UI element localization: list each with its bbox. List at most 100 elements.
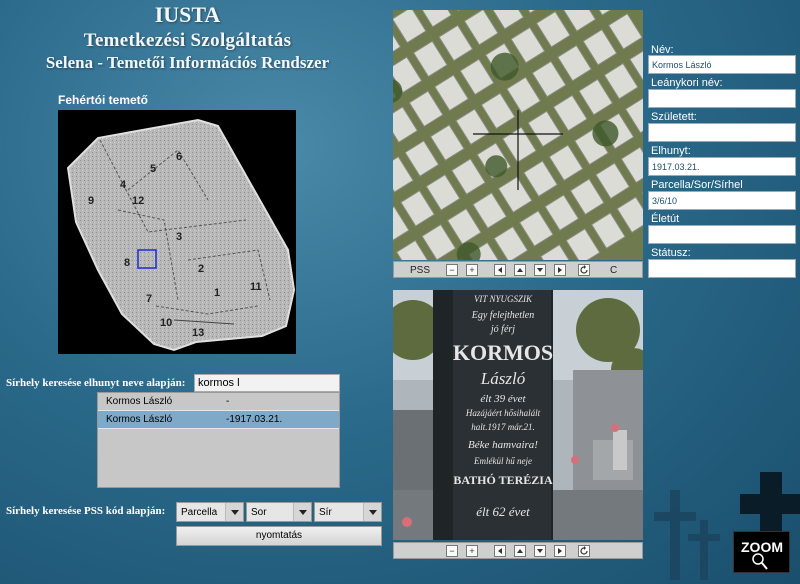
result-name: Kormos László xyxy=(106,414,173,425)
field-label-maiden-name: Leánykori név: xyxy=(651,77,723,89)
chevron-down-icon xyxy=(225,503,243,521)
pan-up-button[interactable] xyxy=(514,264,526,276)
map-plot-label: 2 xyxy=(198,263,204,275)
sir-dropdown-value: Sír xyxy=(319,507,332,518)
field-plot: 3/6/10 xyxy=(648,191,796,210)
sir-dropdown[interactable]: Sír xyxy=(314,502,382,522)
photo-zoom-in-button[interactable]: + xyxy=(466,545,478,557)
chevron-down-icon xyxy=(363,503,381,521)
pan-right-button[interactable] xyxy=(554,264,566,276)
refresh-icon xyxy=(580,546,588,555)
reset-view-button[interactable] xyxy=(578,264,590,276)
field-status xyxy=(648,259,796,278)
zoom-in-button[interactable]: + xyxy=(466,264,478,276)
photo-pan-left-button[interactable] xyxy=(494,545,506,557)
parcella-dropdown[interactable]: Parcella xyxy=(176,502,244,522)
arrow-left-icon xyxy=(498,267,502,273)
photo-reset-button[interactable] xyxy=(578,545,590,557)
grave-photo[interactable]: VIT NYUGSZIK Egy felejthetlen jó férj KO… xyxy=(393,290,643,540)
tombstone-line: Egy felejthetlen xyxy=(471,310,534,321)
field-died: 1917.03.21. xyxy=(648,157,796,176)
name-search-label: Sírhely keresése elhunyt neve alapján: xyxy=(6,377,186,389)
result-row-selected[interactable]: Kormos László -1917.03.21. xyxy=(98,411,339,429)
field-label-died: Elhunyt: xyxy=(651,145,691,157)
field-label-status: Státusz: xyxy=(651,247,691,259)
map-plot-label: 1 xyxy=(214,287,220,299)
cemetery-map[interactable]: 6 5 4 12 9 3 8 2 7 1 11 10 13 xyxy=(58,110,296,354)
tombstone-line: László xyxy=(480,369,526,388)
result-name: Kormos László xyxy=(106,396,173,407)
print-button[interactable]: nyomtatás xyxy=(176,526,382,546)
photo-pan-right-button[interactable] xyxy=(554,545,566,557)
map-plot-label: 4 xyxy=(120,179,127,191)
photo-pan-up-button[interactable] xyxy=(514,545,526,557)
pan-down-button[interactable] xyxy=(534,264,546,276)
map-title: Fehértói temető xyxy=(58,93,149,107)
field-label-born: Született: xyxy=(651,111,697,123)
map-plot-label: 8 xyxy=(124,257,130,269)
chevron-down-icon xyxy=(293,503,311,521)
search-results-list[interactable]: Kormos László - Kormos László -1917.03.2… xyxy=(97,392,340,488)
arrow-down-icon xyxy=(537,268,543,272)
result-dates: - xyxy=(226,396,230,407)
zoom-logo: ZOOM xyxy=(733,531,790,573)
pss-search-label: Sírhely keresése PSS kód alapján: xyxy=(6,505,166,517)
tombstone-line: élt 62 évet xyxy=(476,504,530,519)
parcella-dropdown-value: Parcella xyxy=(181,507,218,518)
grave-photo-graphic: VIT NYUGSZIK Egy felejthetlen jó férj KO… xyxy=(393,290,643,540)
aerial-photo-graphic xyxy=(393,10,643,260)
zoom-logo-icon: ZOOM xyxy=(741,539,783,570)
field-label-life-path: Életút xyxy=(651,213,680,225)
refresh-icon xyxy=(580,265,588,274)
field-label-plot: Parcella/Sor/Sírhel xyxy=(651,179,743,191)
aerial-view[interactable] xyxy=(393,10,643,260)
app-system-name: Selena - Temetői Információs Rendszer xyxy=(45,53,330,72)
cemetery-map-graphic: 6 5 4 12 9 3 8 2 7 1 11 10 13 xyxy=(66,118,296,352)
aerial-pss-label: PSS xyxy=(410,265,431,276)
map-plot-label: 13 xyxy=(192,327,204,339)
field-born xyxy=(648,123,796,142)
tombstone-line: élt 39 évet xyxy=(480,393,526,405)
svg-text:ZOOM: ZOOM xyxy=(741,539,783,555)
map-plot-label: 7 xyxy=(146,293,152,305)
map-plot-label: 12 xyxy=(132,195,144,207)
arrow-down-icon xyxy=(537,549,543,553)
arrow-left-icon xyxy=(498,548,502,554)
name-search-input[interactable] xyxy=(194,374,340,392)
tombstone-line: VIT NYUGSZIK xyxy=(474,294,533,304)
result-dates: -1917.03.21. xyxy=(226,414,283,425)
arrow-up-icon xyxy=(517,549,523,553)
arrow-up-icon xyxy=(517,268,523,272)
map-plot-label: 9 xyxy=(88,195,94,207)
field-life-path xyxy=(648,225,796,244)
photo-zoom-out-button[interactable]: − xyxy=(446,545,458,557)
map-plot-label: 10 xyxy=(160,317,172,329)
tombstone-line: KORMOS xyxy=(453,340,553,365)
map-plot-label: 3 xyxy=(176,231,182,243)
app-subtitle: Temetkezési Szolgáltatás xyxy=(83,30,292,51)
tombstone-line: Béke hamvaira! xyxy=(468,439,538,451)
arrow-right-icon xyxy=(558,267,562,273)
arrow-right-icon xyxy=(558,548,562,554)
map-plot-label: 5 xyxy=(150,163,156,175)
pan-left-button[interactable] xyxy=(494,264,506,276)
sor-dropdown-value: Sor xyxy=(251,507,267,518)
map-plot-label: 6 xyxy=(176,151,182,163)
sor-dropdown[interactable]: Sor xyxy=(246,502,312,522)
photo-pan-down-button[interactable] xyxy=(534,545,546,557)
tombstone-line: BATHÓ TERÉZIA xyxy=(453,473,553,487)
field-maiden-name xyxy=(648,89,796,108)
zoom-out-button[interactable]: − xyxy=(446,264,458,276)
map-plot-label: 11 xyxy=(250,281,262,293)
tombstone-line: halt.1917 már.21. xyxy=(471,422,535,432)
tombstone-line: Emlékül hű neje xyxy=(473,456,532,466)
photo-toolbar: − + xyxy=(393,542,643,559)
app-title: IUSTA xyxy=(154,2,221,27)
tombstone-line: Hazájáért hősihalált xyxy=(465,408,541,418)
tombstone-line: jó férj xyxy=(489,324,515,335)
field-name: Kormos László xyxy=(648,55,796,74)
aerial-toolbar: PSS − + C xyxy=(393,261,643,278)
aerial-c-label: C xyxy=(610,265,618,276)
app-header: IUSTA Temetkezési Szolgáltatás Selena - … xyxy=(0,4,375,73)
result-row[interactable]: Kormos László - xyxy=(98,393,339,411)
